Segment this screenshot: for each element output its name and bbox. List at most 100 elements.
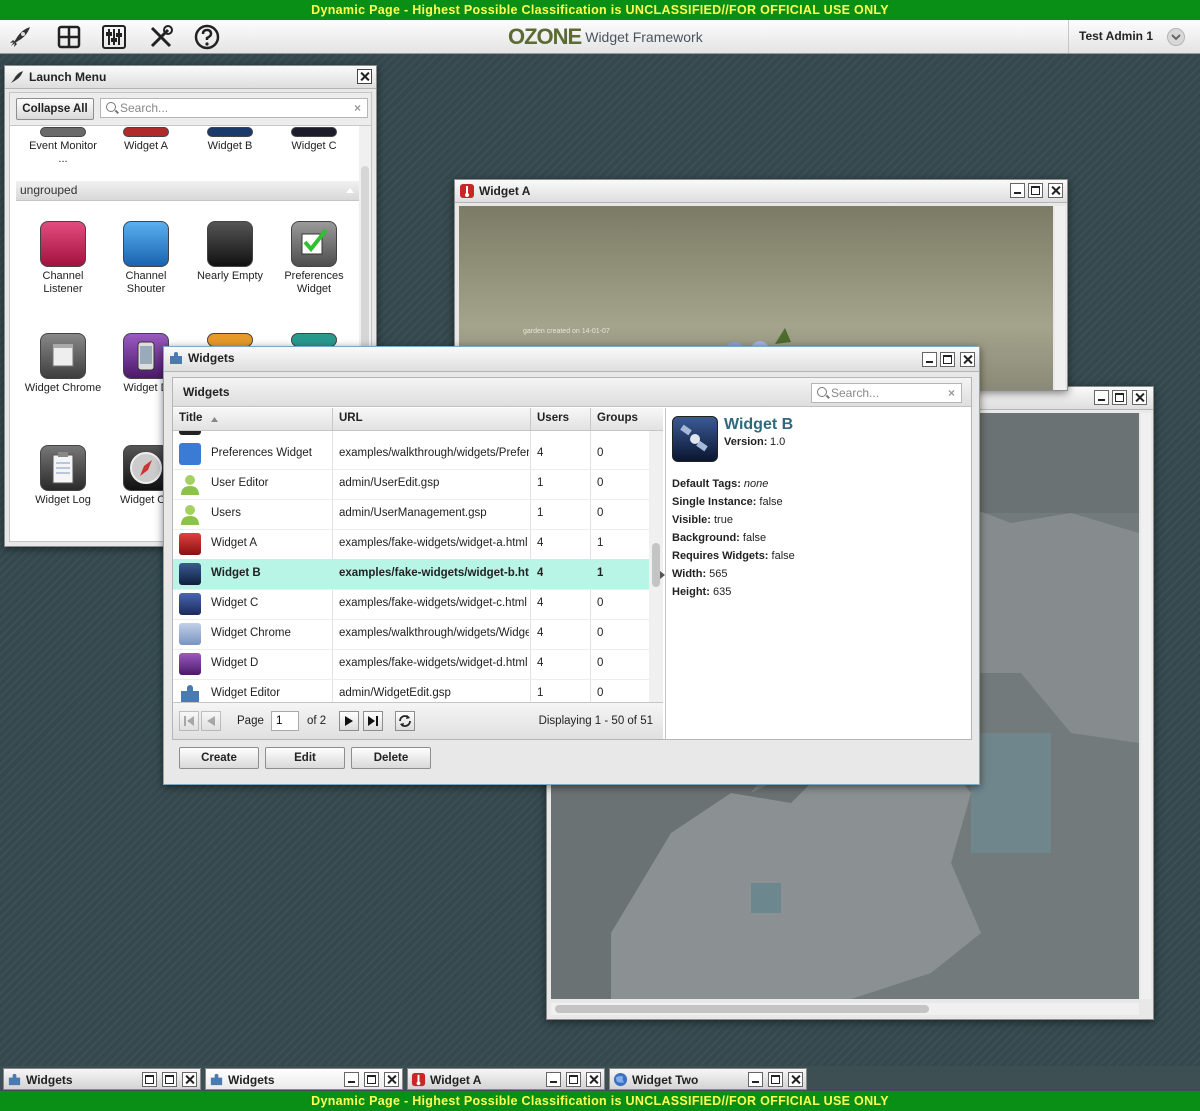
taskbar-item-widgets-1[interactable]: Widgets — [3, 1068, 201, 1090]
maximize-icon[interactable] — [768, 1072, 783, 1087]
launch-tile-widget-c[interactable]: Widget C — [274, 127, 354, 153]
close-icon[interactable] — [788, 1072, 803, 1087]
launch-tile-event-monitor[interactable]: Event Monitor ... — [23, 127, 103, 166]
clear-icon[interactable]: × — [354, 101, 361, 115]
thermometer-icon — [460, 184, 474, 198]
puzzle-icon — [170, 352, 182, 364]
chevron-up-icon[interactable] — [345, 186, 355, 194]
taskbar-item-widget-two[interactable]: Widget Two — [609, 1068, 807, 1090]
maximize-icon[interactable] — [566, 1072, 581, 1087]
taskbar-item-widgets-2[interactable]: Widgets — [205, 1068, 403, 1090]
last-page-button[interactable] — [363, 711, 383, 731]
create-button[interactable]: Create — [179, 747, 259, 769]
collapse-all-button[interactable]: Collapse All — [16, 98, 94, 120]
window-title: Launch Menu — [29, 70, 107, 84]
close-icon[interactable] — [1132, 390, 1147, 405]
maximize-icon[interactable] — [162, 1072, 177, 1087]
launch-tile-widget-b[interactable]: Widget B — [190, 127, 270, 153]
horizontal-scrollbar[interactable] — [551, 1003, 1139, 1015]
taskbar-label: Widgets — [228, 1073, 275, 1087]
widget-a-header[interactable]: Widget A — [455, 180, 1067, 203]
column-url[interactable]: URL — [339, 412, 363, 424]
table-row[interactable]: Widget C examples/fake-widgets/widget-c.… — [173, 589, 649, 620]
launch-tile-channel-listener[interactable]: Channel Listener — [23, 221, 103, 296]
dashboard-grid-icon[interactable] — [55, 23, 83, 51]
prev-page-button[interactable] — [201, 711, 221, 731]
table-row[interactable]: Widget Chrome examples/walkthrough/widge… — [173, 619, 649, 650]
launch-tile-widget-log[interactable]: Widget Log — [23, 445, 103, 507]
first-page-button[interactable] — [179, 711, 199, 731]
vertical-scrollbar[interactable] — [1141, 413, 1151, 999]
detail-requires-widgets: Requires Widgets: false — [672, 550, 795, 562]
detail-single-instance: Single Instance: false — [672, 496, 783, 508]
column-groups[interactable]: Groups — [597, 412, 638, 424]
grid-scrollbar[interactable] — [649, 431, 663, 702]
launch-menu-header[interactable]: Launch Menu — [5, 66, 376, 89]
taskbar-item-widget-a[interactable]: Widget A — [407, 1068, 605, 1090]
scroll-thumb[interactable] — [555, 1005, 929, 1013]
table-row[interactable]: Widget D examples/fake-widgets/widget-d.… — [173, 649, 649, 680]
user-menu[interactable]: Test Admin 1 — [1068, 20, 1200, 53]
launch-tile-widget-chrome[interactable]: Widget Chrome — [23, 333, 103, 395]
detail-name: Widget B — [724, 416, 794, 433]
minimize-icon[interactable] — [546, 1072, 561, 1087]
table-row[interactable]: Users admin/UserManagement.gsp 1 0 — [173, 499, 649, 530]
close-icon[interactable] — [1048, 183, 1063, 198]
launch-tile-widget-a[interactable]: Widget A — [106, 127, 186, 153]
minimize-icon[interactable] — [922, 352, 937, 367]
classification-banner-top: Dynamic Page - Highest Possible Classifi… — [0, 0, 1200, 20]
widgets-grid: Preferences Widget examples/walkthrough/… — [173, 431, 649, 702]
maximize-icon[interactable] — [364, 1072, 379, 1087]
launch-tile-channel-shouter[interactable]: Channel Shouter — [106, 221, 186, 296]
close-icon[interactable] — [586, 1072, 601, 1087]
blank-app-icon — [207, 221, 253, 267]
minimize-icon[interactable] — [748, 1072, 763, 1087]
cell-users: 1 — [537, 507, 544, 519]
launch-tile-preferences-widget[interactable]: Preferences Widget — [274, 221, 354, 296]
collapse-arrow-icon[interactable] — [660, 568, 665, 579]
maximize-icon[interactable] — [940, 352, 955, 367]
column-title[interactable]: Title — [179, 412, 202, 424]
maximize-icon[interactable] — [1112, 390, 1127, 405]
close-icon[interactable] — [960, 352, 975, 367]
close-icon[interactable] — [384, 1072, 399, 1087]
widgets-search-input[interactable]: Search... × — [811, 383, 962, 403]
page-number-input[interactable] — [271, 711, 299, 731]
refresh-icon[interactable] — [395, 711, 415, 731]
minimize-icon[interactable] — [344, 1072, 359, 1087]
table-row[interactable]: User Editor admin/UserEdit.gsp 1 0 — [173, 469, 649, 500]
cell-users: 1 — [537, 477, 544, 489]
table-row[interactable]: Widget Editor admin/WidgetEdit.gsp 1 0 — [173, 679, 649, 702]
chevron-down-icon[interactable] — [1167, 28, 1185, 46]
table-row-selected[interactable]: Widget B examples/fake-widgets/widget-b.… — [173, 559, 649, 590]
column-users[interactable]: Users — [537, 412, 569, 424]
next-page-button[interactable] — [339, 711, 359, 731]
minimize-icon[interactable] — [1010, 183, 1025, 198]
rocket-icon[interactable] — [6, 23, 34, 51]
close-icon[interactable] — [357, 69, 372, 84]
checkbox-icon — [179, 443, 201, 465]
edit-button[interactable]: Edit — [265, 747, 345, 769]
restore-icon[interactable] — [142, 1072, 157, 1087]
table-row[interactable]: Preferences Widget examples/walkthrough/… — [173, 439, 649, 470]
scroll-thumb[interactable] — [652, 543, 660, 587]
puzzle-icon — [179, 683, 201, 702]
checkbox-icon — [291, 221, 337, 267]
launch-tile-nearly-empty[interactable]: Nearly Empty — [190, 221, 270, 283]
tools-icon[interactable] — [147, 23, 175, 51]
cell-url: examples/fake-widgets/widget-d.html — [339, 657, 528, 669]
vertical-scrollbar[interactable] — [1055, 206, 1065, 390]
close-icon[interactable] — [182, 1072, 197, 1087]
clear-icon[interactable]: × — [948, 386, 955, 400]
widgets-manager-header[interactable]: Widgets — [164, 347, 979, 372]
sliders-icon[interactable] — [100, 23, 128, 51]
launch-search-input[interactable]: Search... × — [100, 98, 368, 118]
maximize-icon[interactable] — [1028, 183, 1043, 198]
delete-button[interactable]: Delete — [351, 747, 431, 769]
minimize-icon[interactable] — [1094, 390, 1109, 405]
detail-background: Background: false — [672, 532, 767, 544]
tile-label: Widget C — [291, 140, 337, 152]
group-header-ungrouped[interactable]: ungrouped — [16, 181, 361, 201]
help-icon[interactable] — [193, 23, 221, 51]
table-row[interactable]: Widget A examples/fake-widgets/widget-a.… — [173, 529, 649, 560]
